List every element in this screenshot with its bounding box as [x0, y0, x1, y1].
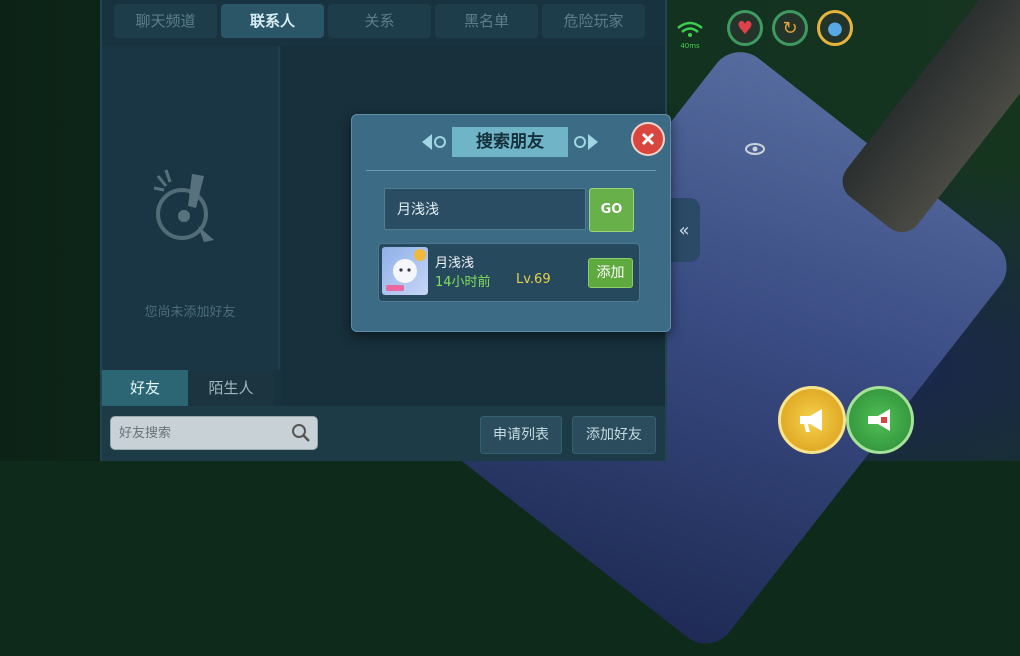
- go-button[interactable]: GO: [589, 188, 634, 232]
- search-result-row: 月浅浅 14小时前 Lv.69 添加: [378, 243, 640, 302]
- tab-dangerous-players[interactable]: 危险玩家: [542, 4, 645, 38]
- friend-search-box: [110, 416, 318, 450]
- ping-text: 40ms: [680, 42, 700, 50]
- water-indicator: ●: [817, 10, 853, 46]
- dialog-title: 搜索朋友: [452, 127, 568, 157]
- character-avatar-icon: [386, 249, 426, 291]
- double-chevron-left-icon: «: [678, 219, 690, 241]
- heart-icon: ♥: [736, 17, 754, 39]
- apply-list-button[interactable]: 申请列表: [480, 416, 562, 454]
- bottom-bar: 申请列表 添加好友: [102, 406, 665, 461]
- add-button[interactable]: 添加: [588, 258, 633, 288]
- close-button[interactable]: [631, 122, 665, 156]
- collapse-panel-handle[interactable]: «: [668, 198, 700, 262]
- loudspeaker-icon: [868, 409, 890, 431]
- tab-friends[interactable]: 好友: [102, 370, 188, 406]
- stamina-indicator: ↻: [772, 10, 808, 46]
- stamina-icon: ↻: [782, 17, 798, 39]
- dialog-title-bar: 搜索朋友: [412, 127, 608, 157]
- result-last-online: 14小时前: [435, 275, 491, 290]
- dialog-divider: [366, 170, 656, 171]
- friend-name-input[interactable]: 月浅浅: [384, 188, 586, 230]
- add-friend-button[interactable]: 添加好友: [572, 416, 656, 454]
- avatar[interactable]: [382, 247, 428, 295]
- result-level: Lv.69: [516, 272, 551, 287]
- ornament-left-icon: [422, 134, 446, 150]
- empty-friends-text: 您尚未添加好友: [144, 305, 236, 320]
- ornament-right-icon: [574, 134, 598, 150]
- water-drop-icon: ●: [827, 17, 843, 39]
- friend-search-input[interactable]: [111, 417, 297, 449]
- search-icon[interactable]: [291, 423, 311, 443]
- eye-icon[interactable]: [744, 138, 766, 160]
- tab-blacklist[interactable]: 黑名单: [435, 4, 538, 38]
- tab-strangers[interactable]: 陌生人: [188, 370, 274, 406]
- close-icon: [641, 132, 655, 146]
- search-friend-dialog: 搜索朋友 月浅浅 GO 月浅浅 14小时前 Lv.69 添加: [351, 114, 671, 332]
- tab-chat-channel[interactable]: 聊天频道: [114, 4, 217, 38]
- exclamation-speech-icon: [153, 169, 214, 242]
- friend-sub-tabs: 好友 陌生人: [102, 370, 274, 406]
- signal-indicator: 40ms: [676, 20, 704, 50]
- health-indicator: ♥: [727, 10, 763, 46]
- tab-relations[interactable]: 关系: [328, 4, 431, 38]
- wifi-icon: [677, 21, 703, 37]
- loudspeaker-button[interactable]: [846, 386, 914, 454]
- megaphone-icon: [800, 409, 822, 432]
- friend-list: 您尚未添加好友: [102, 46, 280, 370]
- tab-contacts[interactable]: 联系人: [221, 4, 324, 38]
- social-tabs: 聊天频道 联系人 关系 黑名单 危险玩家: [114, 4, 645, 38]
- result-player-name: 月浅浅: [435, 256, 475, 271]
- megaphone-button[interactable]: [778, 386, 846, 454]
